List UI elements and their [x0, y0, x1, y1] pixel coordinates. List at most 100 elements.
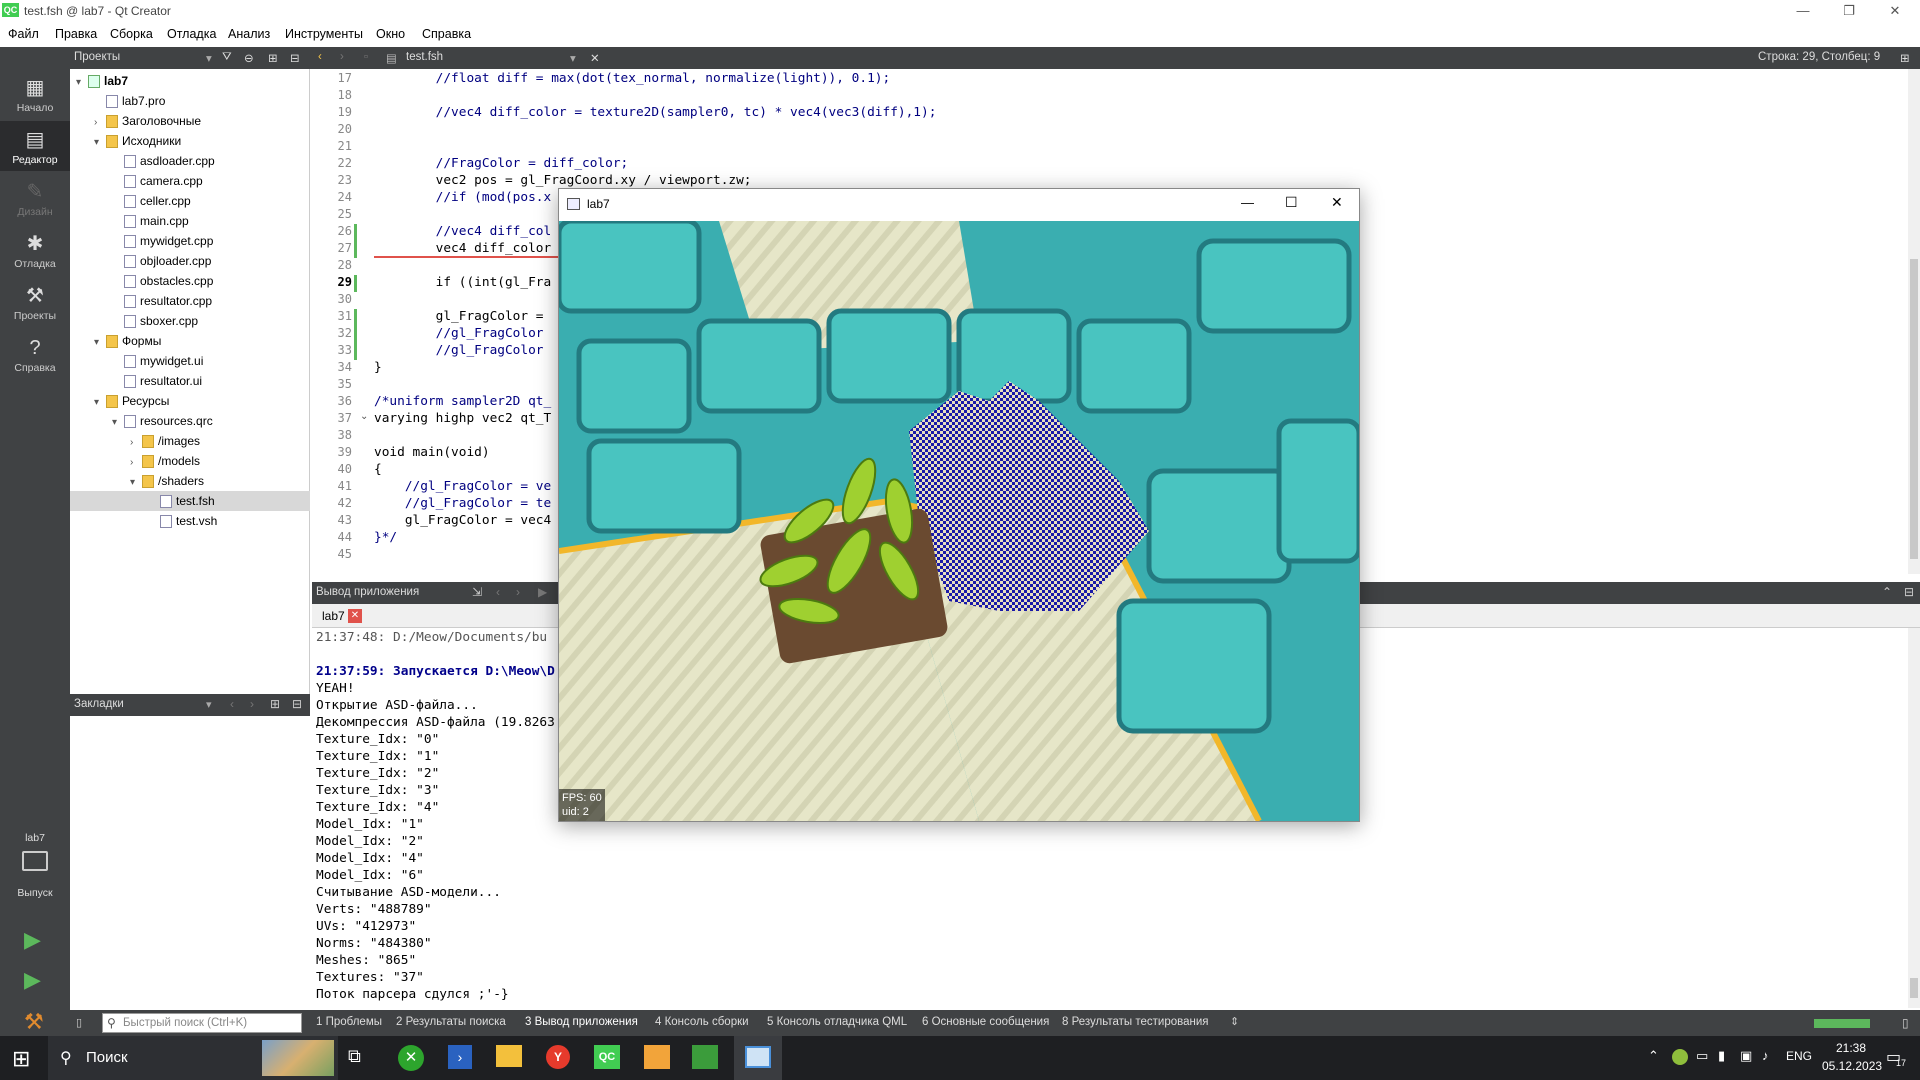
tree-item[interactable]: ▾ lab7 [70, 71, 310, 91]
output-pane-tab[interactable]: 4 Консоль сборки [655, 1016, 749, 1028]
menu-item[interactable]: Правка [55, 27, 97, 41]
tree-item[interactable]: main.cpp [70, 211, 310, 231]
tree-item[interactable]: mywidget.ui [70, 351, 310, 371]
code-line[interactable]: varying highp vec2 qt_T [374, 411, 551, 426]
close-pane-icon[interactable]: ⊟ [1904, 585, 1914, 599]
code-line[interactable]: //vec4 diff_color = texture2D(sampler0, … [374, 105, 937, 120]
tree-item[interactable]: sboxer.cpp [70, 311, 310, 331]
split-icon[interactable]: ⊞ [268, 51, 278, 65]
tree-item[interactable]: ▾ /shaders [70, 471, 310, 491]
mode-grid[interactable]: ▦ Начало [0, 69, 70, 119]
lab7-window[interactable]: lab7 — ☐ ✕ FPS: 60 uid: 2 [558, 188, 1360, 822]
lab7-minimize-icon[interactable]: — [1241, 195, 1254, 210]
out-back-icon[interactable]: ‹ [496, 585, 500, 599]
code-line[interactable]: //FragColor = diff_color; [374, 156, 629, 171]
quick-search-input[interactable]: ⚲ Быстрый поиск (Ctrl+K) [102, 1013, 302, 1033]
projects-combo[interactable]: Проекты [74, 51, 120, 63]
lab7-taskbar-button[interactable] [734, 1036, 782, 1080]
expand-arrow-icon[interactable]: › [130, 433, 142, 453]
xbox-icon[interactable]: ✕ [398, 1045, 424, 1071]
output-scrollbar[interactable] [1908, 628, 1920, 1008]
code-line[interactable]: //gl_FragColor [374, 326, 551, 341]
back-icon[interactable]: ‹ [318, 51, 322, 63]
tree-item[interactable]: ▾ Ресурсы [70, 391, 310, 411]
expand-arrow-icon[interactable]: ▾ [76, 73, 88, 93]
code-line[interactable]: //vec4 diff_col [374, 224, 552, 239]
code-line[interactable]: gl_FragColor = vec4 [374, 513, 551, 528]
close-pane-icon[interactable]: ⊟ [290, 51, 300, 65]
code-line[interactable]: //gl_FragColor = ve [374, 479, 551, 494]
code-line[interactable]: //if (mod(pos.x [374, 190, 552, 205]
out-forward-icon[interactable]: › [516, 585, 520, 599]
tray-chevron-icon[interactable]: ⌃ [1648, 1048, 1659, 1064]
tabs-more-icon[interactable]: ⇕ [1230, 1015, 1239, 1028]
output-pane-tab[interactable]: 6 Основные сообщения [922, 1016, 1049, 1028]
tray-app-icon[interactable] [1672, 1049, 1688, 1065]
code-line[interactable]: { [374, 462, 382, 477]
tree-item[interactable]: obstacles.cpp [70, 271, 310, 291]
code-line[interactable]: /*uniform sampler2D qt_ [374, 394, 551, 409]
output-pane-tab[interactable]: 8 Результаты тестирования [1062, 1016, 1209, 1028]
menu-item[interactable]: Окно [376, 27, 405, 41]
minimize-icon[interactable]: — [1780, 0, 1826, 22]
run-icon[interactable]: ▶ [24, 927, 41, 953]
task-view-icon[interactable]: ⧉ [348, 1046, 361, 1067]
lab7-close-icon[interactable]: ✕ [1331, 194, 1343, 211]
tree-item[interactable]: resultator.cpp [70, 291, 310, 311]
expand-arrow-icon[interactable]: ▾ [94, 333, 106, 353]
run-again-icon[interactable]: ▶ [538, 585, 547, 599]
file-explorer-icon[interactable] [496, 1045, 522, 1067]
mode-editor[interactable]: ▤ Редактор [0, 121, 70, 171]
split-editor-icon[interactable]: ⊞ [1900, 51, 1910, 65]
network-icon[interactable]: ▣ [1740, 1048, 1752, 1064]
link-icon[interactable]: ⊖ [244, 51, 254, 65]
code-line[interactable]: vec2 pos = gl_FragCoord.xy / viewport.zw… [374, 173, 752, 188]
expand-arrow-icon[interactable]: › [94, 113, 106, 133]
code-line[interactable]: } [374, 360, 382, 375]
language-indicator[interactable]: ENG [1786, 1049, 1812, 1063]
filter-icon[interactable]: ⛛ [222, 51, 232, 64]
close-icon[interactable]: ✕ [1872, 0, 1918, 22]
toggle-sidebar-icon[interactable]: ▯ [76, 1016, 82, 1029]
battery-icon[interactable]: ▮ [1718, 1048, 1725, 1064]
tree-item[interactable]: mywidget.cpp [70, 231, 310, 251]
tree-item[interactable]: lab7.pro [70, 91, 310, 111]
tree-item[interactable]: celler.cpp [70, 191, 310, 211]
tray-device-icon[interactable]: ▭ [1696, 1048, 1708, 1064]
output-pane-tab[interactable]: 1 Проблемы [316, 1016, 382, 1028]
output-tab-lab7[interactable]: lab7 [322, 609, 345, 623]
tree-item[interactable]: ▾ Исходники [70, 131, 310, 151]
expand-arrow-icon[interactable]: ▾ [94, 393, 106, 413]
mode-wrench[interactable]: ⚒ Проекты [0, 277, 70, 327]
image-viewer-icon[interactable] [644, 1045, 670, 1069]
tree-item[interactable]: test.fsh [70, 491, 310, 511]
lab7-maximize-icon[interactable]: ☐ [1285, 194, 1298, 211]
code-line[interactable]: //gl_FragColor [374, 343, 551, 358]
code-line[interactable]: //gl_FragColor = te [374, 496, 551, 511]
output-pane-tab[interactable]: 3 Вывод приложения [525, 1016, 638, 1028]
bookmarks-combo-arrow-icon[interactable]: ▾ [206, 698, 212, 711]
clock-date[interactable]: 05.12.2023 [1822, 1059, 1882, 1073]
tree-item[interactable]: › /models [70, 451, 310, 471]
tree-item[interactable]: test.vsh [70, 511, 310, 531]
fold-arrow-icon[interactable]: ⌄ [360, 411, 368, 422]
powershell-icon[interactable]: › [448, 1045, 472, 1069]
tree-item[interactable]: objloader.cpp [70, 251, 310, 271]
tree-item[interactable]: resultator.ui [70, 371, 310, 391]
tree-item[interactable]: ▾ Формы [70, 331, 310, 351]
expand-arrow-icon[interactable]: ▾ [112, 413, 124, 433]
toggle-output-icon[interactable]: ▯ [1902, 1016, 1909, 1030]
render-viewport[interactable]: FPS: 60 uid: 2 [559, 221, 1359, 821]
tree-item[interactable]: asdloader.cpp [70, 151, 310, 171]
restore-icon[interactable]: ❐ [1826, 0, 1872, 22]
expand-arrow-icon[interactable]: › [130, 453, 142, 473]
menu-item[interactable]: Справка [422, 27, 471, 41]
qt-creator-taskbar-icon[interactable]: QC [594, 1045, 620, 1069]
close-file-icon[interactable]: ✕ [590, 51, 600, 65]
attach-icon[interactable]: ⇲ [472, 585, 482, 599]
monitor-icon[interactable] [22, 851, 48, 871]
maximize-pane-icon[interactable]: ⌃ [1882, 585, 1892, 599]
menu-item[interactable]: Сборка [110, 27, 153, 41]
code-line[interactable]: //float diff = max(dot(tex_normal, norma… [374, 71, 891, 86]
code-line[interactable]: gl_FragColor = [374, 309, 551, 324]
